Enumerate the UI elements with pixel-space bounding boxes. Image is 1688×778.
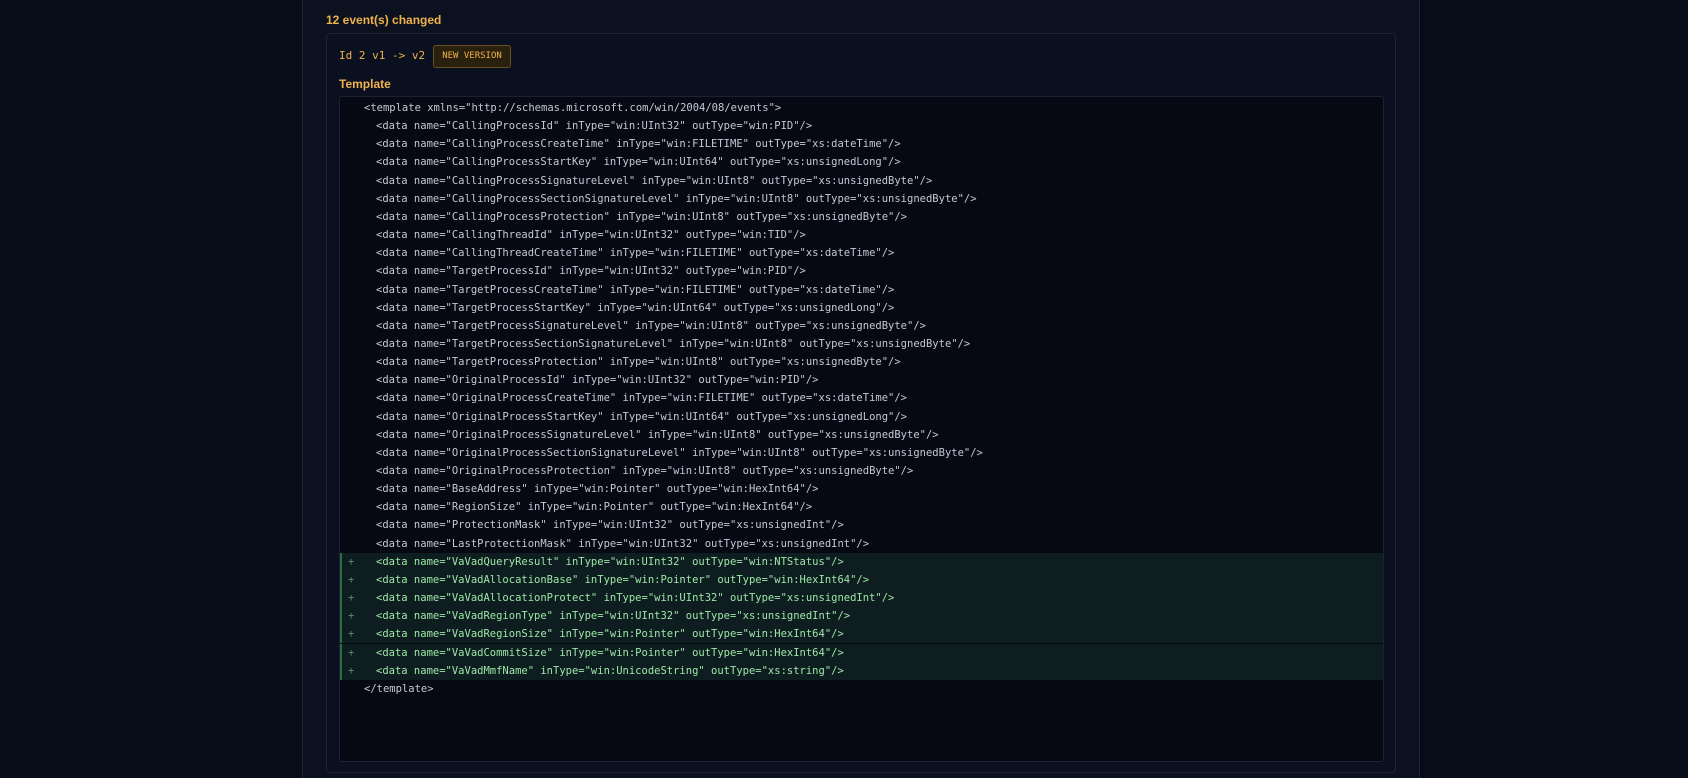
- code-line-text: <data name="OriginalProcessId" inType="w…: [376, 374, 819, 387]
- code-line: <data name="TargetProcessStartKey" inTyp…: [340, 299, 1383, 317]
- added-code-line: + <data name="VaVadRegionType" inType="wi…: [340, 607, 1383, 626]
- code-line: <data name="CallingProcessStartKey" inTy…: [340, 153, 1383, 171]
- code-line-text: <data name="BaseAddress" inType="win:Poi…: [376, 483, 819, 496]
- added-code-line: + <data name="VaVadQueryResult" inType="w…: [340, 552, 1383, 571]
- code-line: <data name="TargetProcessProtection" inT…: [340, 353, 1383, 371]
- code-line-text: <data name="TargetProcessProtection" inT…: [376, 356, 901, 369]
- event-id-label: Id 2 v1 -> v2: [339, 49, 426, 62]
- code-line: <data name="TargetProcessSignatureLevel"…: [340, 317, 1383, 335]
- code-line: <data name="ProtectionMask" inType="win:…: [340, 516, 1383, 534]
- added-line-marker: +: [348, 664, 355, 677]
- code-line-text: <data name="OriginalProcessStartKey" inT…: [376, 410, 908, 423]
- code-line-text: <data name="VaVadCommitSize" inType="win…: [376, 646, 844, 659]
- added-line-marker: +: [348, 646, 355, 659]
- code-line: <data name="OriginalProcessProtection" i…: [340, 462, 1383, 480]
- code-line-text: <data name="TargetProcessStartKey" inTyp…: [376, 301, 895, 314]
- code-line-text: <data name="TargetProcessSignatureLevel"…: [376, 319, 926, 332]
- code-line: <template xmlns="http://schemas.microsof…: [340, 99, 1383, 117]
- code-line-text: <data name="OriginalProcessProtection" i…: [376, 465, 914, 477]
- code-line: <data name="CallingThreadCreateTime" inT…: [340, 244, 1383, 262]
- code-line: <data name="OriginalProcessStartKey" inT…: [340, 408, 1383, 426]
- code-line-text: <data name="CallingThreadCreateTime" inT…: [376, 247, 895, 260]
- code-line-text: <data name="OriginalProcessCreateTime" i…: [376, 392, 908, 405]
- code-line-text: <data name="CallingProcessSignatureLevel…: [376, 174, 933, 187]
- added-line-marker: +: [348, 592, 355, 605]
- code-line: <data name="CallingProcessSignatureLevel…: [340, 172, 1383, 190]
- added-line-marker: +: [348, 628, 355, 641]
- code-line: <data name="TargetProcessId" inType="win…: [340, 262, 1383, 280]
- code-line: <data name="RegionSize" inType="win:Poin…: [340, 498, 1383, 516]
- code-line: </template>: [340, 680, 1383, 698]
- code-line-text: <data name="ProtectionMask" inType="win:…: [376, 519, 844, 532]
- code-line: <data name="CallingProcessProtection" in…: [340, 208, 1383, 226]
- code-line: <data name="OriginalProcessCreateTime" i…: [340, 389, 1383, 407]
- template-code-block: <template xmlns="http://schemas.microsof…: [339, 96, 1384, 762]
- added-code-line: + <data name="VaVadMmfName" inType="win:U…: [340, 661, 1383, 680]
- code-line: <data name="OriginalProcessSignatureLeve…: [340, 426, 1383, 444]
- new-version-badge: NEW VERSION: [433, 45, 511, 68]
- code-line-text: <data name="CallingProcessProtection" in…: [376, 210, 908, 223]
- code-line-text: <data name="VaVadMmfName" inType="win:Un…: [376, 664, 844, 677]
- added-code-line: + <data name="VaVadAllocationProtect" inT…: [340, 589, 1383, 608]
- code-line-text: <data name="OriginalProcessSectionSignat…: [376, 446, 983, 459]
- code-line: <data name="CallingProcessSectionSignatu…: [340, 190, 1383, 208]
- code-line-text: <data name="TargetProcessSectionSignatur…: [376, 337, 971, 350]
- added-code-line: + <data name="VaVadRegionSize" inType="wi…: [340, 625, 1383, 644]
- code-line-text: <data name="RegionSize" inType="win:Poin…: [376, 501, 813, 514]
- code-line-text: <data name="VaVadRegionSize" inType="win…: [376, 628, 844, 641]
- added-code-line: + <data name="VaVadCommitSize" inType="wi…: [340, 643, 1383, 662]
- code-line-text: <data name="CallingProcessCreateTime" in…: [376, 138, 901, 151]
- added-code-line: + <data name="VaVadAllocationBase" inType…: [340, 570, 1383, 590]
- code-line-text: <data name="VaVadAllocationProtect" inTy…: [376, 592, 895, 605]
- code-line-text: </template>: [364, 682, 434, 695]
- code-line: <data name="CallingThreadId" inType="win…: [340, 226, 1383, 244]
- code-line-text: <data name="LastProtectionMask" inType="…: [376, 537, 870, 550]
- code-line-text: <data name="CallingProcessSectionSignatu…: [376, 192, 977, 205]
- code-line-text: <data name="OriginalProcessSignatureLeve…: [376, 428, 939, 441]
- template-section-label: Template: [339, 77, 391, 91]
- code-line: <data name="CallingProcessId" inType="wi…: [340, 117, 1383, 135]
- code-line: <data name="LastProtectionMask" inType="…: [340, 535, 1383, 553]
- code-line: <data name="TargetProcessCreateTime" inT…: [340, 281, 1383, 299]
- added-line-marker: +: [348, 610, 355, 623]
- code-line: <data name="TargetProcessSectionSignatur…: [340, 335, 1383, 353]
- code-line-text: <data name="CallingThreadId" inType="win…: [376, 229, 806, 242]
- code-line-text: <data name="TargetProcessCreateTime" inT…: [376, 283, 895, 296]
- code-line-text: <data name="CallingProcessId" inType="wi…: [376, 120, 813, 133]
- code-line: <data name="CallingProcessCreateTime" in…: [340, 135, 1383, 153]
- code-line: <data name="BaseAddress" inType="win:Poi…: [340, 480, 1383, 498]
- code-line-text: <data name="VaVadRegionType" inType="win…: [376, 610, 851, 623]
- code-line-text: <data name="TargetProcessId" inType="win…: [376, 265, 806, 278]
- code-line-text: <data name="VaVadQueryResult" inType="wi…: [376, 555, 844, 568]
- code-line-text: <data name="VaVadAllocationBase" inType=…: [376, 573, 870, 586]
- added-line-marker: +: [348, 573, 355, 586]
- added-line-marker: +: [348, 555, 355, 568]
- code-line-text: <data name="CallingProcessStartKey" inTy…: [376, 156, 901, 169]
- code-line: <data name="OriginalProcessSectionSignat…: [340, 444, 1383, 462]
- code-line-text: <template xmlns="http://schemas.microsof…: [364, 102, 782, 114]
- code-line: <data name="OriginalProcessId" inType="w…: [340, 371, 1383, 389]
- changed-events-heading: 12 event(s) changed: [326, 13, 442, 27]
